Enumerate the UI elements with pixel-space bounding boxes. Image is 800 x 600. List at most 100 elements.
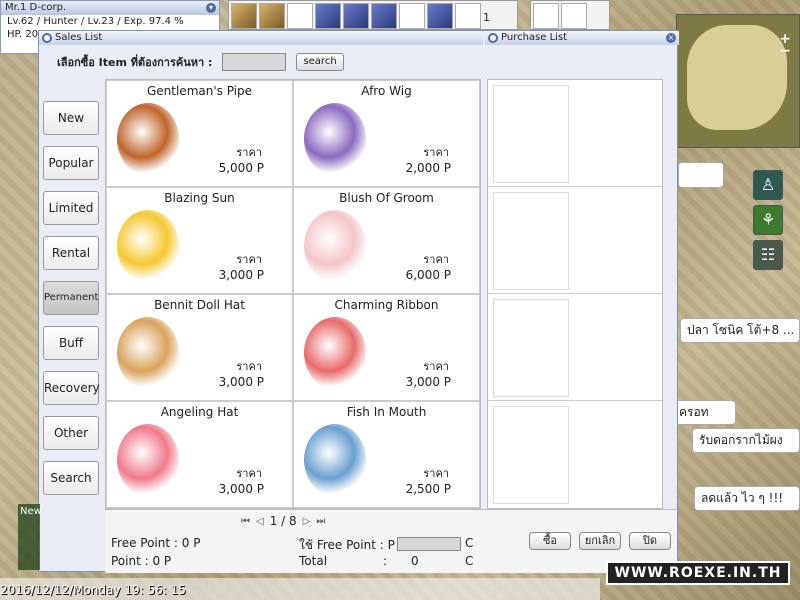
chat-window[interactable]: New — [18, 504, 42, 570]
category-buff-button[interactable]: Buff — [43, 326, 99, 360]
item-price: 3,000 P — [218, 375, 264, 389]
currency-c: C — [465, 536, 474, 550]
item-image — [117, 424, 179, 496]
category-search-button[interactable]: Search — [43, 461, 99, 495]
purchase-title: Purchase List — [501, 32, 568, 43]
hotkey-slot[interactable] — [561, 3, 587, 29]
item-card[interactable]: Blush Of Groom ราคา 6,000 P — [293, 187, 480, 294]
close-button[interactable]: ปิด — [629, 532, 671, 550]
sales-title-bar: Sales List — [39, 31, 483, 45]
hotkey-slot[interactable] — [371, 3, 397, 29]
category-other-button[interactable]: Other — [43, 416, 99, 450]
search-input[interactable] — [222, 53, 287, 71]
search-button[interactable]: search — [296, 53, 344, 71]
category-permanent-button[interactable]: Permanent — [43, 281, 99, 315]
price-label: ราคา — [423, 253, 449, 266]
hotkey-slot[interactable] — [287, 3, 313, 29]
window-dot-icon — [42, 33, 52, 43]
prev-page-icon[interactable]: ◁ — [256, 516, 264, 527]
last-page-icon[interactable]: ⏭ — [316, 516, 325, 527]
character-title-bar: Mr.1 D-corp. ▾ — [1, 1, 219, 15]
hotkey-slot[interactable] — [343, 3, 369, 29]
player-chat-bubble: ครอท — [672, 400, 736, 425]
category-recovery-button[interactable]: Recovery — [43, 371, 100, 405]
close-icon[interactable]: × — [666, 33, 676, 43]
category-limited-button[interactable]: Limited — [43, 191, 99, 225]
item-name: Gentleman's Pipe — [146, 84, 253, 98]
hotkey-slot[interactable] — [399, 3, 425, 29]
next-page-icon[interactable]: ▷ — [303, 516, 311, 527]
item-image — [117, 317, 179, 389]
buy-button[interactable]: ซื้อ — [529, 532, 571, 550]
hotkey-slot[interactable] — [259, 3, 285, 29]
item-image — [304, 210, 366, 282]
cash-shop-window: Sales List Purchase List × เลือกซื้อ Item… — [38, 30, 679, 573]
category-list: New Popular Limited Rental Permanent Buff Reco… — [43, 101, 100, 506]
category-popular-button[interactable]: Popular — [43, 146, 99, 180]
price-label: ราคา — [423, 467, 449, 480]
item-image — [304, 317, 366, 389]
item-image — [304, 103, 366, 175]
item-price: 3,000 P — [218, 268, 264, 282]
hotkey-slot[interactable] — [427, 3, 453, 29]
skill-icon[interactable]: ♙ — [753, 170, 783, 200]
price-label: ราคา — [236, 360, 262, 373]
total-label: Total — [299, 554, 328, 568]
hotkey-slot[interactable] — [315, 3, 341, 29]
shop-footer: ⏮ ◁ 1 / 8 ▷ ⏭ Free Point : 0 P Point : 0… — [105, 509, 677, 573]
vending-sign[interactable]: ลดแล้ว ไว ๆ !!! — [694, 486, 800, 511]
page-indicator: 1 / 8 — [269, 514, 297, 528]
item-card[interactable]: Bennit Doll Hat ราคา 3,000 P — [106, 294, 293, 401]
status-icon[interactable]: ☷ — [753, 240, 783, 270]
hotkey-slot[interactable] — [455, 3, 481, 29]
item-price: 6,000 P — [405, 268, 451, 282]
use-free-point-label: ใช้ Free Point : P — [299, 538, 395, 552]
item-image — [117, 103, 179, 175]
item-card[interactable]: Gentleman's Pipe ราคา 5,000 P — [106, 80, 293, 187]
first-page-icon[interactable]: ⏮ — [241, 516, 250, 527]
wing-icon[interactable]: ⚘ — [753, 205, 783, 235]
info-box — [678, 162, 724, 188]
hotkey-slot[interactable] — [231, 3, 257, 29]
chat-label: New — [20, 506, 42, 517]
item-price: 3,000 P — [218, 482, 264, 496]
vending-sign[interactable]: รับดอกรากไม้ผง — [692, 428, 800, 453]
minimize-icon[interactable]: ▾ — [206, 3, 216, 13]
purchase-slot[interactable] — [493, 299, 569, 397]
purchase-row — [488, 187, 662, 294]
item-image — [304, 424, 366, 496]
item-name: Fish In Mouth — [346, 405, 427, 419]
category-rental-button[interactable]: Rental — [43, 236, 99, 270]
item-card[interactable]: Blazing Sun ราคา 3,000 P — [106, 187, 293, 294]
purchase-title-bar: Purchase List × — [485, 31, 679, 45]
item-name: Blazing Sun — [164, 191, 235, 205]
item-price: 3,000 P — [405, 375, 451, 389]
hotkey-bar-2 — [530, 0, 610, 30]
item-card[interactable]: Fish In Mouth ราคา 2,500 P — [293, 401, 480, 508]
price-label: ราคา — [423, 146, 449, 159]
purchase-slot[interactable] — [493, 192, 569, 290]
character-level-line: Lv.62 / Hunter / Lv.23 / Exp. 97.4 % — [7, 16, 184, 27]
hotkey-slot[interactable] — [533, 3, 559, 29]
item-price: 2,500 P — [405, 482, 451, 496]
total-value: 0 — [411, 554, 419, 568]
item-price: 5,000 P — [218, 161, 264, 175]
purchase-row — [488, 80, 662, 187]
point: Point : 0 P — [111, 554, 172, 568]
item-name: Angeling Hat — [160, 405, 239, 419]
datetime: 2016/12/12/Monday 19: 56: 15 — [0, 583, 186, 597]
purchase-slot[interactable] — [493, 85, 569, 183]
item-card[interactable]: Charming Ribbon ราคา 3,000 P — [293, 294, 480, 401]
minimap-zoom-icon[interactable]: + − — [779, 32, 791, 58]
purchase-slot[interactable] — [493, 406, 569, 504]
item-card[interactable]: Afro Wig ราคา 2,000 P — [293, 80, 480, 187]
cancel-button[interactable]: ยกเลิก — [579, 532, 621, 550]
price-label: ราคา — [423, 360, 449, 373]
minimap[interactable]: + − — [676, 14, 800, 148]
free-point-input[interactable] — [397, 537, 461, 551]
category-new-button[interactable]: New — [43, 101, 99, 135]
purchase-row — [488, 401, 662, 508]
item-card[interactable]: Angeling Hat ราคา 3,000 P — [106, 401, 293, 508]
currency-c: C — [465, 554, 474, 568]
item-price: 2,000 P — [405, 161, 451, 175]
